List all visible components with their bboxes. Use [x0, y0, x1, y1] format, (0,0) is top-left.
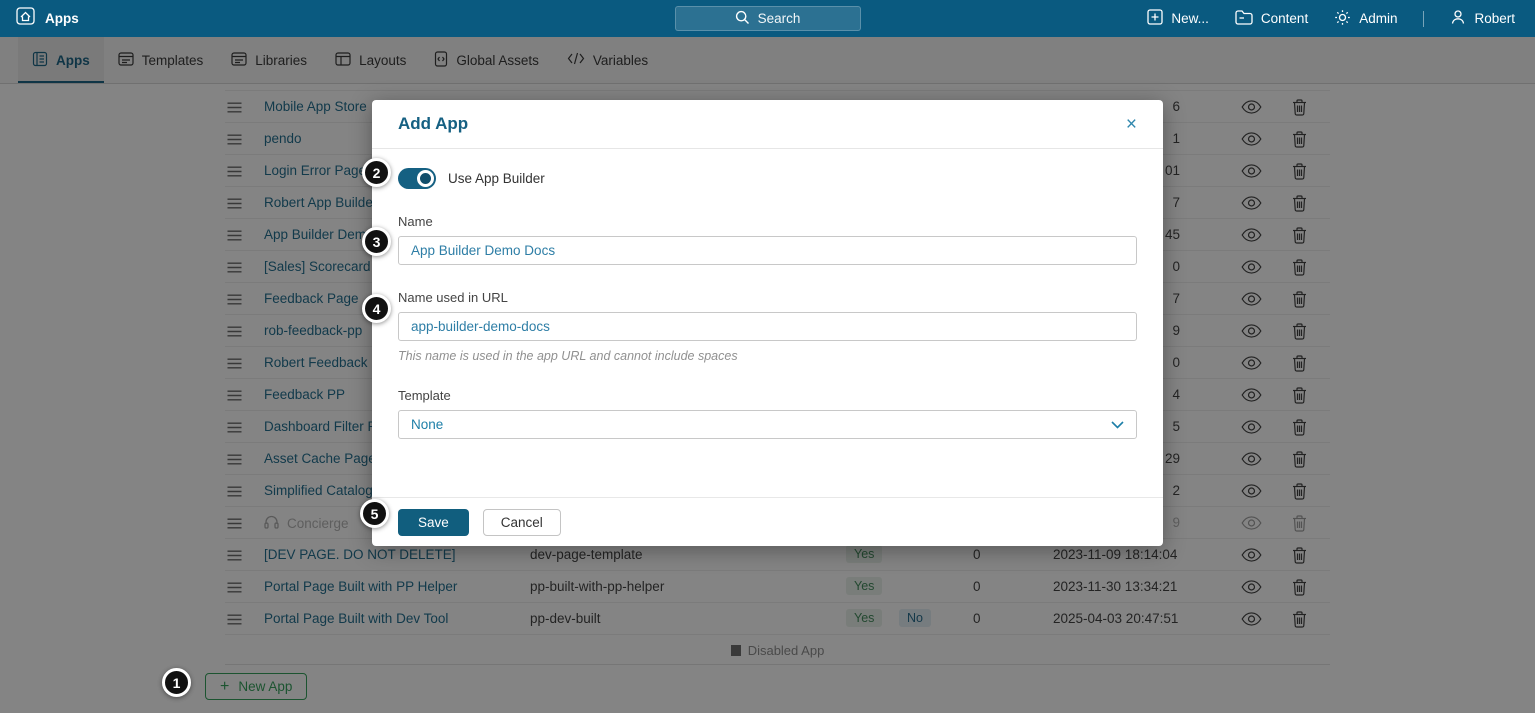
app-bar-title: Apps — [45, 11, 79, 26]
top-nav-bar: Apps Search New... Content Admin Robert — [0, 0, 1535, 37]
name-field[interactable] — [398, 236, 1137, 265]
home-icon[interactable] — [16, 7, 35, 30]
template-selected-value: None — [411, 417, 444, 432]
cancel-button[interactable]: Cancel — [482, 508, 561, 536]
callout-5: 5 — [360, 499, 389, 528]
save-button[interactable]: Save — [398, 508, 469, 536]
user-menu-button[interactable]: Robert — [1450, 9, 1515, 28]
url-help-text: This name is used in the app URL and can… — [398, 349, 738, 363]
topbar-divider — [1423, 10, 1425, 27]
callout-3: 3 — [362, 227, 391, 256]
new-menu-button[interactable]: New... — [1147, 9, 1209, 28]
add-app-modal: Add App × Use App Builder Name Name used… — [372, 100, 1163, 546]
close-icon[interactable]: × — [1126, 115, 1137, 134]
plus-square-icon — [1147, 9, 1164, 28]
callout-2: 2 — [362, 158, 391, 187]
toggle-knob — [417, 170, 434, 187]
template-field-label: Template — [398, 388, 451, 403]
gear-icon — [1334, 9, 1351, 29]
person-icon — [1450, 9, 1466, 28]
url-name-field[interactable] — [398, 312, 1137, 341]
use-app-builder-toggle[interactable] — [398, 168, 436, 189]
modal-title: Add App — [398, 114, 469, 133]
callout-1: 1 — [162, 668, 191, 697]
folder-icon — [1235, 9, 1253, 28]
chevron-down-icon — [1111, 417, 1124, 432]
search-icon — [735, 10, 750, 28]
content-menu-button[interactable]: Content — [1235, 9, 1308, 28]
url-name-field-label: Name used in URL — [398, 290, 508, 305]
name-field-label: Name — [398, 214, 433, 229]
search-label: Search — [757, 11, 801, 26]
callout-4: 4 — [362, 294, 391, 323]
toggle-label: Use App Builder — [448, 171, 545, 186]
template-select[interactable]: None — [398, 410, 1137, 439]
search-input[interactable]: Search — [674, 6, 861, 31]
admin-menu-button[interactable]: Admin — [1334, 9, 1397, 29]
